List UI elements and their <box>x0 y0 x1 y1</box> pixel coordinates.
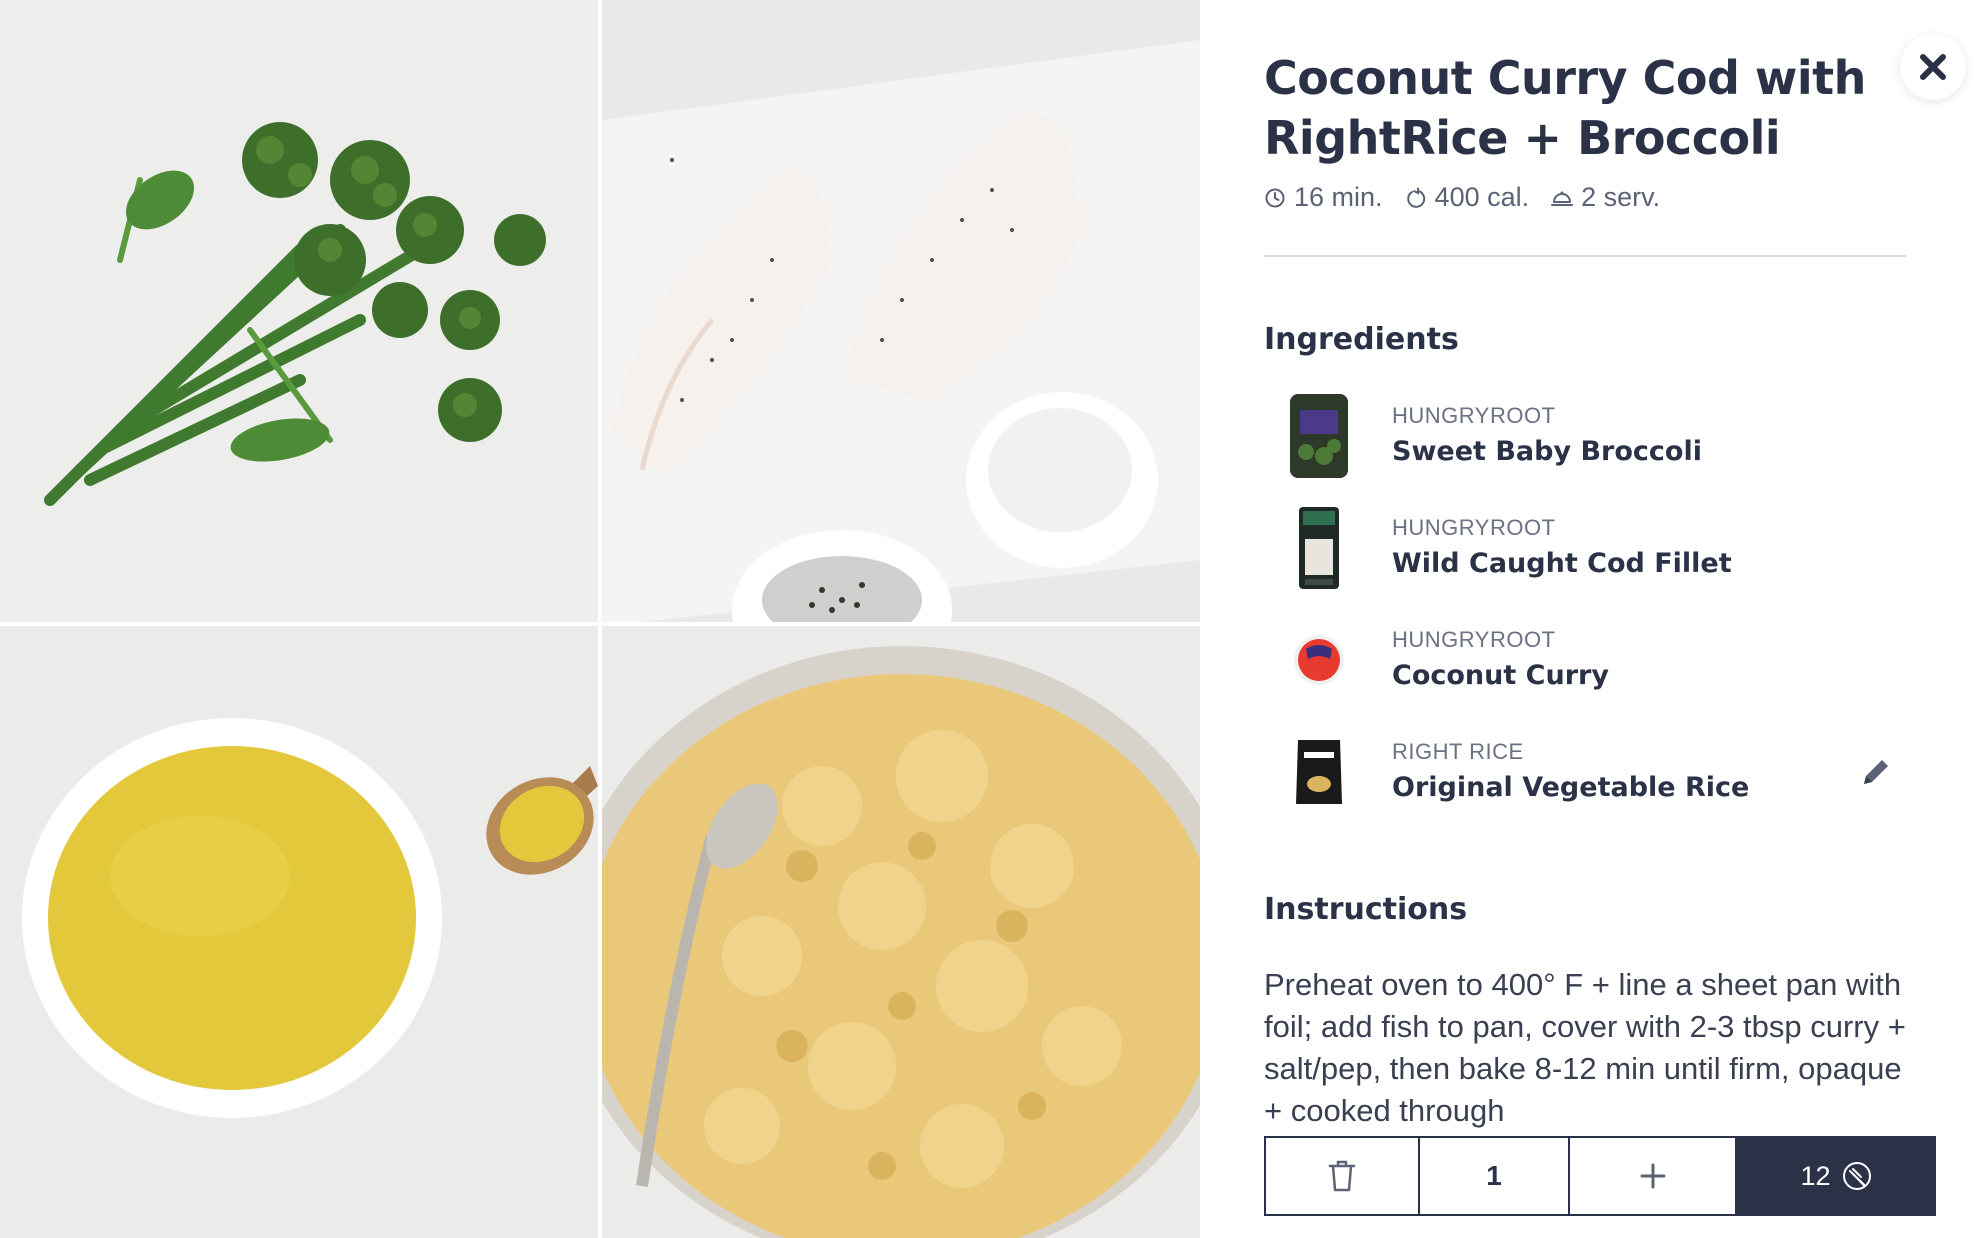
ingredients-heading: Ingredients <box>1264 322 1459 357</box>
ingredient-item[interactable]: HUNGRYROOT Wild Caught Cod Fillet <box>1264 492 1906 604</box>
divider <box>1264 255 1906 257</box>
broccoli-photo <box>0 0 598 622</box>
ingredient-name: Original Vegetable Rice <box>1392 772 1750 803</box>
calories: 400 cal. <box>1405 182 1530 213</box>
recipe-photo-grid <box>0 0 1200 1238</box>
ingredient-name: Sweet Baby Broccoli <box>1392 436 1702 467</box>
close-icon <box>1920 54 1946 80</box>
rice-bag-thumb <box>1264 722 1374 822</box>
servings-text: 2 serv. <box>1581 182 1661 212</box>
rice-bowl-photo <box>602 626 1200 1238</box>
coconut-curry-photo <box>0 626 598 1238</box>
cod-package-thumb <box>1264 498 1374 598</box>
plus-icon <box>1640 1163 1665 1189</box>
ingredient-brand: HUNGRYROOT <box>1392 515 1556 540</box>
ingredient-brand: RIGHT RICE <box>1392 739 1524 764</box>
ingredient-brand: HUNGRYROOT <box>1392 403 1556 428</box>
ingredient-brand: HUNGRYROOT <box>1392 627 1556 652</box>
ingredient-item[interactable]: HUNGRYROOT Coconut Curry <box>1264 604 1906 716</box>
instructions-heading: Instructions <box>1264 892 1468 927</box>
calories-icon <box>1406 187 1425 208</box>
quantity-display: 1 <box>1419 1136 1569 1216</box>
calories-text: 400 cal. <box>1434 182 1530 212</box>
ingredient-name: Wild Caught Cod Fillet <box>1392 548 1732 579</box>
ingredients-list: HUNGRYROOT Sweet Baby Broccoli HUNGRYROO… <box>1264 380 1906 828</box>
ingredient-name: Coconut Curry <box>1392 660 1609 691</box>
plate-utensils-icon <box>1842 1162 1871 1190</box>
edit-ingredient-button[interactable] <box>1856 752 1896 792</box>
remove-button[interactable] <box>1264 1136 1419 1216</box>
prep-time: 16 min. <box>1264 182 1383 213</box>
serving-dish-icon <box>1551 191 1574 206</box>
ingredient-item[interactable]: HUNGRYROOT Sweet Baby Broccoli <box>1264 380 1906 492</box>
instructions-text: Preheat oven to 400° F + line a sheet pa… <box>1264 967 1906 1128</box>
curry-jar-thumb <box>1264 610 1374 710</box>
add-button[interactable] <box>1569 1136 1737 1216</box>
points-button[interactable]: 12 <box>1737 1136 1936 1216</box>
ingredient-item[interactable]: RIGHT RICE Original Vegetable Rice <box>1264 716 1906 828</box>
points-value: 12 <box>1800 1160 1831 1191</box>
recipe-meta: 16 min. 400 cal. 2 serv. <box>1264 182 1660 213</box>
prep-time-text: 16 min. <box>1294 182 1383 212</box>
close-button[interactable] <box>1900 34 1966 100</box>
cart-action-bar: 1 12 <box>1264 1136 1936 1216</box>
clock-icon <box>1265 188 1285 207</box>
broccoli-package-thumb <box>1264 386 1374 486</box>
cod-fillet-photo <box>602 0 1200 622</box>
recipe-title: Coconut Curry Cod with RightRice + Brocc… <box>1264 51 1866 165</box>
servings: 2 serv. <box>1551 182 1660 213</box>
pencil-icon <box>1864 760 1888 784</box>
trash-icon <box>1328 1160 1356 1192</box>
